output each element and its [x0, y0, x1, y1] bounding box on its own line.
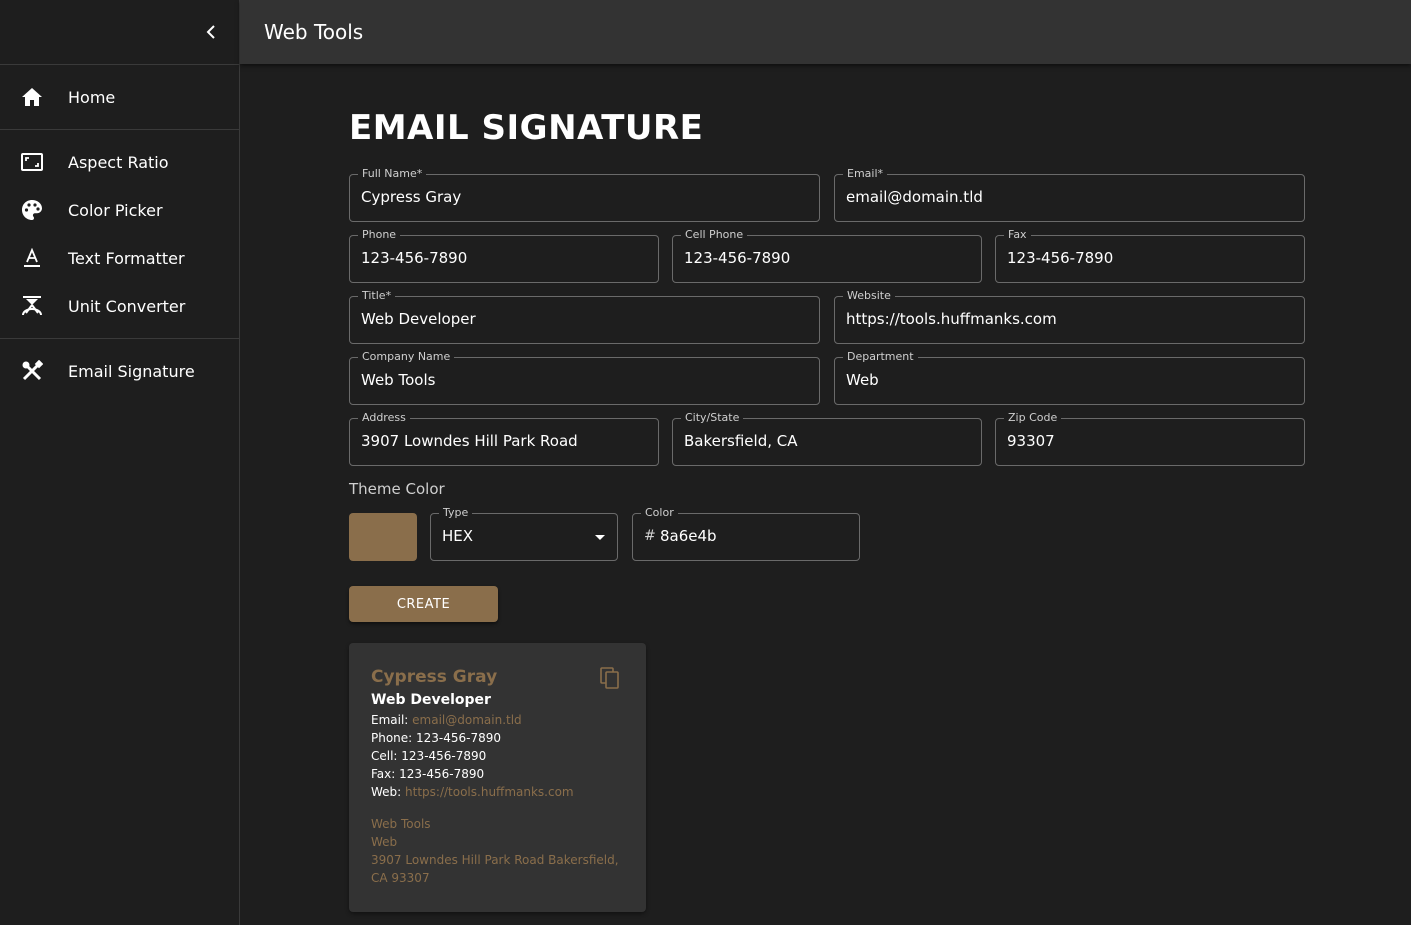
email-label: Email* [843, 167, 888, 181]
signature-web-line: Web: https://tools.huffmanks.com [371, 783, 624, 801]
color-hex-value: 8a6e4b [660, 527, 717, 545]
signature-address-line-1: 3907 Lowndes Hill Park Road Bakersfield, [371, 853, 619, 867]
title-label: Title* [358, 289, 396, 303]
dropdown-arrow-icon [595, 535, 605, 540]
sidebar-item-color-picker[interactable]: Color Picker [0, 186, 239, 234]
city-state-value: Bakersfield, CA [684, 432, 798, 450]
signature-web-link[interactable]: https://tools.huffmanks.com [405, 785, 574, 799]
address-field[interactable]: Address 3907 Lowndes Hill Park Road [349, 411, 659, 466]
palette-icon [20, 198, 44, 222]
city-state-field[interactable]: City/State Bakersfield, CA [672, 411, 982, 466]
full-name-value: Cypress Gray [361, 188, 462, 206]
color-type-select[interactable]: Type HEX [430, 506, 618, 561]
sidebar-item-home[interactable]: Home [0, 73, 239, 121]
signature-phone-line: Phone: 123-456-7890 [371, 731, 502, 745]
signature-email-line: Email: email@domain.tld [371, 711, 624, 729]
sidebar-item-aspect-ratio[interactable]: Aspect Ratio [0, 138, 239, 186]
nav-group-email: Email Signature [0, 339, 239, 403]
page-title: EMAIL SIGNATURE [349, 108, 704, 148]
signature-cell-line: Cell: 123-456-7890 [371, 749, 487, 763]
fax-label: Fax [1004, 228, 1031, 242]
sidebar-item-label: Color Picker [68, 200, 163, 220]
hash-prefix: # [644, 528, 656, 544]
color-label: Color [641, 506, 678, 520]
sidebar-item-text-formatter[interactable]: Text Formatter [0, 234, 239, 282]
sidebar-item-label: Email Signature [68, 361, 195, 381]
cell-phone-value: 123-456-7890 [684, 249, 791, 267]
app-title: Web Tools [264, 20, 364, 44]
department-field[interactable]: Department Web [834, 350, 1305, 405]
signature-address-line-2: CA 93307 [371, 871, 430, 885]
signature-department: Web [371, 835, 398, 849]
sidebar-item-label: Unit Converter [68, 296, 186, 316]
signature-web-label: Web: [371, 785, 406, 799]
home-icon [20, 85, 44, 109]
signature-name: Cypress Gray [371, 667, 498, 687]
nav-group-tools: Aspect Ratio Color Picker Text Formatter… [0, 130, 239, 339]
create-button[interactable]: CREATE [349, 586, 498, 622]
fax-field[interactable]: Fax 123-456-7890 [995, 228, 1305, 283]
sidebar-item-label: Aspect Ratio [68, 152, 169, 172]
aspect-ratio-icon [20, 150, 44, 174]
signature-fax-line: Fax: 123-456-7890 [371, 767, 485, 781]
department-value: Web [846, 371, 879, 389]
company-name-value: Web Tools [361, 371, 436, 389]
website-field[interactable]: Website https://tools.huffmanks.com [834, 289, 1305, 344]
sidebar-item-label: Text Formatter [68, 248, 185, 268]
city-state-label: City/State [681, 411, 744, 425]
sidebar-item-email-signature[interactable]: Email Signature [0, 347, 239, 395]
department-label: Department [843, 350, 918, 364]
company-name-field[interactable]: Company Name Web Tools [349, 350, 820, 405]
nav-group-home: Home [0, 65, 239, 130]
text-format-icon [20, 246, 44, 270]
phone-value: 123-456-7890 [361, 249, 468, 267]
website-value: https://tools.huffmanks.com [846, 310, 1057, 328]
full-name-label: Full Name* [358, 167, 427, 181]
zip-code-label: Zip Code [1004, 411, 1062, 425]
sidebar: Home Aspect Ratio Color Picker Text Form… [0, 0, 240, 925]
chevron-left-icon [206, 25, 215, 39]
copy-icon[interactable] [600, 667, 622, 689]
unit-converter-icon [20, 294, 44, 318]
zip-code-field[interactable]: Zip Code 93307 [995, 411, 1305, 466]
phone-label: Phone [358, 228, 401, 242]
zip-code-value: 93307 [1007, 432, 1055, 450]
collapse-sidebar-button[interactable] [200, 20, 222, 44]
signature-company: Web Tools [371, 817, 431, 831]
cell-phone-label: Cell Phone [681, 228, 748, 242]
sidebar-item-unit-converter[interactable]: Unit Converter [0, 282, 239, 330]
sidebar-header [0, 0, 239, 65]
cell-phone-field[interactable]: Cell Phone 123-456-7890 [672, 228, 982, 283]
fax-value: 123-456-7890 [1007, 249, 1114, 267]
email-field[interactable]: Email* email@domain.tld [834, 167, 1305, 222]
signature-email-link[interactable]: email@domain.tld [412, 713, 522, 727]
signature-title: Web Developer [371, 692, 491, 708]
tools-icon [20, 359, 44, 383]
title-field[interactable]: Title* Web Developer [349, 289, 820, 344]
email-value: email@domain.tld [846, 188, 983, 206]
theme-color-label: Theme Color [349, 480, 445, 498]
company-name-label: Company Name [358, 350, 455, 364]
phone-field[interactable]: Phone 123-456-7890 [349, 228, 659, 283]
color-hex-field[interactable]: Color # 8a6e4b [632, 506, 860, 561]
address-value: 3907 Lowndes Hill Park Road [361, 432, 578, 450]
color-type-label: Type [439, 506, 473, 520]
app-bar: Web Tools [240, 0, 1411, 64]
signature-preview-card: Cypress Gray Web Developer Email: email@… [349, 643, 646, 912]
color-type-value: HEX [442, 527, 474, 545]
address-label: Address [358, 411, 410, 425]
website-label: Website [843, 289, 895, 303]
signature-email-label: Email: [371, 713, 413, 727]
title-value: Web Developer [361, 310, 476, 328]
sidebar-item-label: Home [68, 87, 116, 107]
theme-color-swatch[interactable] [349, 513, 417, 561]
signature-organization: Web Tools Web 3907 Lowndes Hill Park Roa… [371, 815, 624, 887]
full-name-field[interactable]: Full Name* Cypress Gray [349, 167, 820, 222]
